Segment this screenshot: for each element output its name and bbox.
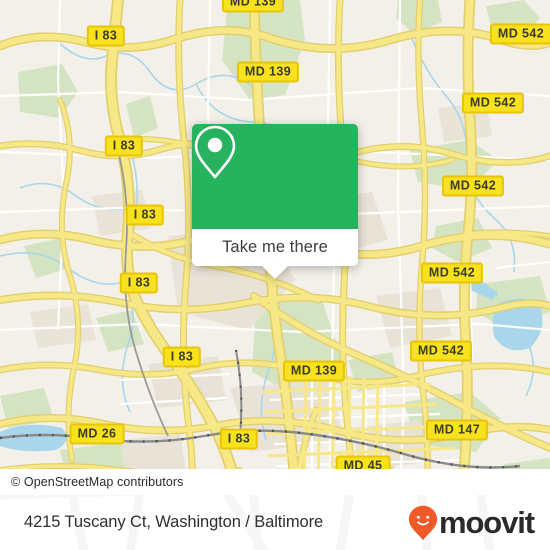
road-shield: I 83 xyxy=(104,135,144,157)
take-me-there-label: Take me there xyxy=(222,238,328,256)
road-shield: MD 26 xyxy=(69,423,125,445)
moovit-pin-smile-icon xyxy=(408,505,438,540)
road-shield: I 83 xyxy=(125,204,165,226)
callout-icon-area xyxy=(192,124,358,229)
attribution-text: © OpenStreetMap contributors xyxy=(11,475,184,489)
road-shield: I 83 xyxy=(119,272,159,294)
footer-bar: 4215 Tuscany Ct, Washington / Baltimore … xyxy=(0,495,550,550)
road-shield: I 83 xyxy=(219,428,259,450)
road-shield: I 83 xyxy=(86,25,126,47)
road-shield: MD 542 xyxy=(461,92,525,114)
road-shield: MD 542 xyxy=(409,340,473,362)
address-label: 4215 Tuscany Ct, Washington / Baltimore xyxy=(24,513,324,531)
road-shield: MD 542 xyxy=(441,175,505,197)
moovit-wordmark: moovit xyxy=(438,505,535,540)
callout-pointer xyxy=(261,265,289,279)
take-me-there-callout[interactable]: Take me there xyxy=(192,124,358,279)
road-shield: MD 147 xyxy=(425,419,489,441)
road-shield: I 83 xyxy=(162,346,202,368)
footer-content: 4215 Tuscany Ct, Washington / Baltimore … xyxy=(0,495,550,550)
road-shield: MD 542 xyxy=(420,262,484,284)
moovit-logo[interactable]: moovit xyxy=(408,505,535,541)
road-shield: MD 139 xyxy=(236,61,300,83)
take-me-there-button[interactable]: Take me there xyxy=(192,229,358,279)
road-shield: MD 139 xyxy=(221,0,285,13)
map-pin-icon xyxy=(194,125,236,179)
road-shield: MD 139 xyxy=(282,360,346,382)
road-shield: MD 542 xyxy=(489,23,550,45)
map-canvas[interactable]: MD 139 MD 542 I 83 MD 139 MD 542 I 83 MD 542 I … xyxy=(0,0,550,495)
moovit-map-page: MD 139 MD 542 I 83 MD 139 MD 542 I 83 MD 542 I … xyxy=(0,0,550,550)
map-attribution: © OpenStreetMap contributors xyxy=(0,469,550,495)
